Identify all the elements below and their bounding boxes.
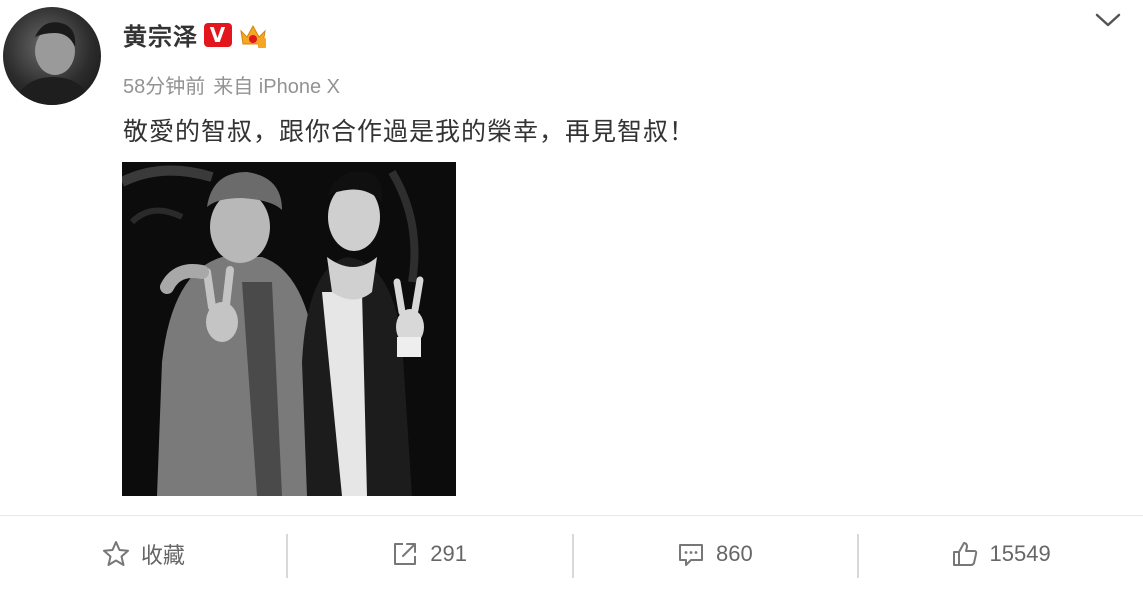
star-icon — [102, 540, 129, 566]
crown-icon[interactable] — [238, 20, 268, 50]
verified-icon[interactable]: V — [204, 22, 232, 47]
author-avatar[interactable] — [3, 7, 101, 105]
action-bar: 收藏 291 860 15549 — [0, 516, 1143, 591]
repost-button[interactable]: 291 — [285, 516, 572, 591]
photo-image — [122, 162, 456, 496]
author-name-row: 黄宗泽 V — [123, 17, 268, 52]
post-photo[interactable] — [122, 162, 456, 496]
post-time[interactable]: 58分钟前 — [123, 70, 205, 99]
share-icon — [394, 542, 417, 565]
author-name[interactable]: 黄宗泽 — [123, 17, 198, 52]
post-meta: 58分钟前 来自 iPhone X — [123, 70, 340, 99]
comment-icon — [679, 543, 704, 566]
chevron-down-icon[interactable] — [1093, 10, 1123, 30]
like-button[interactable]: 15549 — [857, 516, 1143, 591]
repost-count: 291 — [430, 540, 467, 566]
comment-count: 860 — [716, 540, 753, 566]
post-text: 敬愛的智叔，跟你合作過是我的榮幸，再見智叔！ — [123, 117, 696, 146]
favorite-label: 收藏 — [140, 542, 185, 568]
post-source: 来自 iPhone X — [213, 76, 340, 98]
like-count: 15549 — [989, 540, 1051, 566]
favorite-button[interactable]: 收藏 — [0, 516, 286, 591]
thumbs-up-icon — [952, 541, 977, 566]
avatar-image — [13, 22, 93, 105]
comment-button[interactable]: 860 — [571, 516, 858, 591]
